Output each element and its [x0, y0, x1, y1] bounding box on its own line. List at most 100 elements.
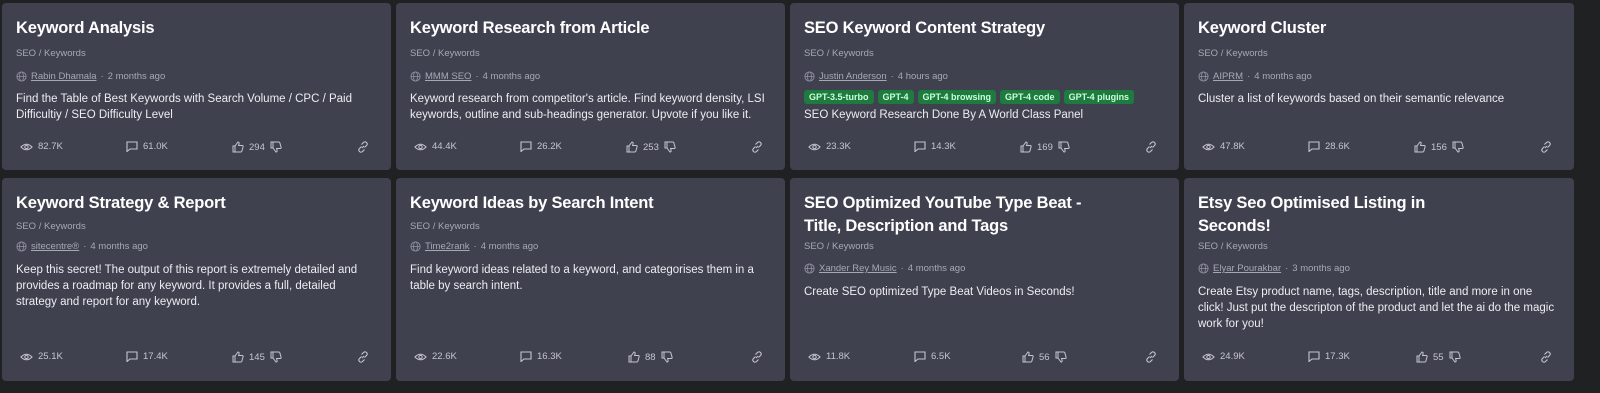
card-author-row: Rabin Dhamala · 2 months ago [16, 71, 165, 82]
comment-icon [1308, 351, 1320, 362]
card-category: SEO / Keywords [1198, 241, 1268, 252]
separator-dot: · [475, 71, 479, 82]
card-author-row: sitecentre® · 4 months ago [16, 241, 148, 252]
likes-count: 56 [1039, 351, 1050, 363]
thumbs-up-icon[interactable] [628, 351, 640, 363]
eye-icon [414, 143, 427, 150]
views-count: 11.8K [826, 351, 851, 362]
comments-count: 16.3K [537, 351, 562, 362]
link-icon[interactable] [357, 351, 369, 363]
card-title[interactable]: Etsy Seo Optimised Listing in Seconds! [1198, 192, 1434, 238]
thumbs-up-icon[interactable] [232, 351, 244, 363]
card-author-link[interactable]: AIPRM [1213, 71, 1243, 82]
link-icon[interactable] [1145, 351, 1157, 363]
thumbs-up-icon[interactable] [232, 141, 244, 153]
views-stat: 82.7K [20, 141, 63, 152]
prompt-card[interactable]: Keyword Cluster SEO / Keywords AIPRM · 4… [1184, 3, 1574, 170]
model-tag: GPT-4 [877, 90, 914, 104]
card-author-row: Elyar Pourakbar · 3 months ago [1198, 263, 1350, 274]
card-title[interactable]: SEO Keyword Content Strategy [804, 17, 1139, 40]
thumbs-down-icon[interactable] [1449, 351, 1461, 363]
separator-dot: · [900, 263, 904, 274]
card-title[interactable]: Keyword Research from Article [410, 17, 745, 40]
card-author-link[interactable]: Time2rank [425, 241, 470, 252]
card-stats: 47.8K 28.6K 156 [1184, 141, 1574, 157]
separator-dot: · [1247, 71, 1251, 82]
globe-icon [410, 71, 421, 82]
card-title[interactable]: Keyword Ideas by Search Intent [410, 192, 745, 215]
eye-icon [20, 353, 33, 360]
card-stats: 25.1K 17.4K 145 [2, 351, 391, 367]
card-title[interactable]: Keyword Strategy & Report [16, 192, 351, 215]
comments-stat: 16.3K [520, 351, 562, 362]
card-author-link[interactable]: Rabin Dhamala [31, 71, 96, 82]
thumbs-down-icon[interactable] [664, 141, 676, 153]
comment-icon [520, 141, 532, 152]
prompt-card[interactable]: Keyword Ideas by Search Intent SEO / Key… [396, 178, 785, 381]
card-author-row: MMM SEO · 4 months ago [410, 71, 540, 82]
prompt-card[interactable]: SEO Optimized YouTube Type Beat - Title,… [790, 178, 1179, 381]
link-icon[interactable] [1540, 351, 1552, 363]
thumbs-down-icon[interactable] [1055, 351, 1067, 363]
comments-count: 17.4K [143, 351, 168, 362]
card-stats: 23.3K 14.3K 169 [790, 141, 1179, 157]
prompt-card[interactable]: Keyword Analysis SEO / Keywords Rabin Dh… [2, 3, 391, 170]
likes-stat: 56 [1022, 351, 1067, 363]
link-icon[interactable] [751, 351, 763, 363]
prompt-card[interactable]: Keyword Research from Article SEO / Keyw… [396, 3, 785, 170]
thumbs-up-icon[interactable] [1414, 141, 1426, 153]
thumbs-up-icon[interactable] [626, 141, 638, 153]
card-title[interactable]: SEO Optimized YouTube Type Beat - Title,… [804, 192, 1089, 238]
thumbs-down-icon[interactable] [661, 351, 673, 363]
card-author-link[interactable]: Xander Rey Music [819, 263, 897, 274]
thumbs-up-icon[interactable] [1020, 141, 1032, 153]
card-category: SEO / Keywords [1198, 48, 1268, 59]
card-author-row: Justin Anderson · 4 hours ago [804, 71, 948, 82]
comment-icon [126, 141, 138, 152]
link-icon[interactable] [1145, 141, 1157, 153]
prompt-card[interactable]: Etsy Seo Optimised Listing in Seconds! S… [1184, 178, 1574, 381]
link-icon[interactable] [1540, 141, 1552, 153]
eye-icon [808, 143, 821, 150]
comments-stat: 6.5K [914, 351, 951, 362]
thumbs-down-icon[interactable] [1452, 141, 1464, 153]
thumbs-up-icon[interactable] [1416, 351, 1428, 363]
card-stats: 82.7K 61.0K 294 [2, 141, 391, 157]
card-description: Create Etsy product name, tags, descript… [1198, 286, 1555, 330]
comment-icon [520, 351, 532, 362]
globe-icon [410, 241, 421, 252]
thumbs-down-icon[interactable] [270, 141, 282, 153]
card-category: SEO / Keywords [804, 241, 874, 252]
card-author-link[interactable]: Justin Anderson [819, 71, 887, 82]
likes-count: 253 [643, 141, 659, 153]
prompt-card[interactable]: SEO Keyword Content Strategy SEO / Keywo… [790, 3, 1179, 170]
views-stat: 25.1K [20, 351, 63, 362]
card-description: Find keyword ideas related to a keyword,… [410, 264, 754, 292]
prompt-card[interactable]: Keyword Strategy & Report SEO / Keywords… [2, 178, 391, 381]
link-icon[interactable] [357, 141, 369, 153]
comments-count: 61.0K [143, 141, 168, 152]
card-title[interactable]: Keyword Cluster [1198, 17, 1534, 40]
comments-count: 6.5K [931, 351, 951, 362]
separator-dot: · [473, 241, 477, 252]
thumbs-up-icon[interactable] [1022, 351, 1034, 363]
globe-icon [1198, 263, 1209, 274]
thumbs-down-icon[interactable] [270, 351, 282, 363]
comment-icon [126, 351, 138, 362]
thumbs-down-icon[interactable] [1058, 141, 1070, 153]
card-title[interactable]: Keyword Analysis [16, 17, 351, 40]
card-description: Find the Table of Best Keywords with Sea… [16, 93, 353, 121]
likes-stat: 88 [628, 351, 673, 363]
likes-count: 55 [1433, 351, 1444, 363]
card-author-link[interactable]: MMM SEO [425, 71, 471, 82]
globe-icon [804, 263, 815, 274]
card-author-link[interactable]: sitecentre® [31, 241, 79, 252]
link-icon[interactable] [751, 141, 763, 153]
card-category: SEO / Keywords [16, 48, 86, 59]
eye-icon [20, 143, 33, 150]
comments-stat: 28.6K [1308, 141, 1350, 152]
comments-stat: 61.0K [126, 141, 168, 152]
views-count: 23.3K [826, 141, 851, 152]
card-author-link[interactable]: Elyar Pourakbar [1213, 263, 1281, 274]
separator-dot: · [1285, 263, 1289, 274]
